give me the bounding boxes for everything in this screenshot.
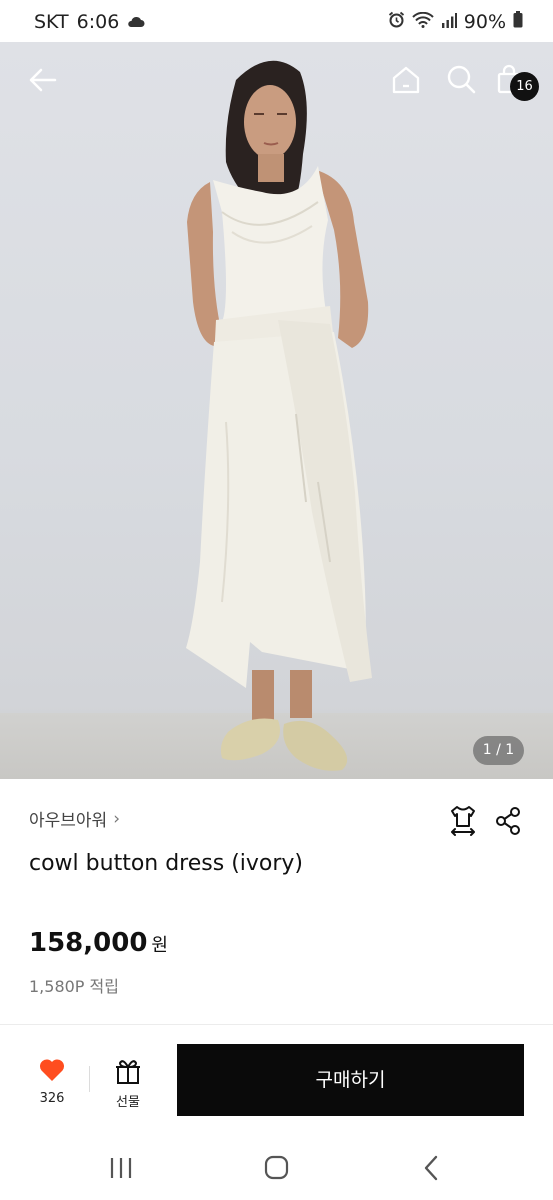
image-pager: 1 / 1 — [473, 736, 524, 765]
gift-label: 선물 — [116, 1095, 140, 1110]
home-icon — [388, 66, 424, 102]
share-button[interactable] — [493, 804, 523, 836]
product-image[interactable]: 16 1 / 1 — [0, 42, 553, 779]
cloud-icon — [127, 11, 145, 33]
battery-percent: 90% — [463, 11, 506, 33]
carrier-label: SKT — [34, 11, 69, 33]
recent-apps-icon — [104, 1158, 140, 1188]
divider — [0, 1024, 553, 1025]
search-button[interactable] — [443, 62, 479, 98]
brand-link[interactable]: 아우브아워 › — [29, 806, 121, 832]
wifi-icon — [412, 11, 434, 33]
gift-icon — [114, 1060, 142, 1089]
home-button-icon — [258, 1155, 294, 1188]
signal-icon — [441, 11, 457, 33]
home-button[interactable] — [388, 62, 424, 98]
model-photo — [186, 60, 372, 771]
like-count: 326 — [39, 1091, 65, 1106]
search-icon — [443, 65, 479, 102]
price: 158,000 원 — [29, 928, 168, 958]
buy-button[interactable]: 구매하기 — [177, 1044, 524, 1116]
alarm-icon — [388, 11, 405, 33]
size-guide-icon — [448, 806, 478, 840]
back-nav-button[interactable] — [414, 1152, 450, 1184]
heart-icon — [38, 1059, 66, 1087]
gift-button[interactable]: 선물 — [106, 1057, 150, 1111]
cart-count-badge: 16 — [510, 72, 539, 101]
brand-name: 아우브아워 — [29, 811, 108, 831]
battery-icon — [513, 11, 523, 33]
action-separator — [89, 1066, 90, 1092]
android-navigation-bar — [0, 1140, 553, 1200]
share-icon — [493, 807, 523, 840]
reward-points: 1,580P 적립 — [29, 977, 119, 996]
clock: 6:06 — [76, 11, 120, 33]
price-unit: 원 — [151, 935, 168, 956]
size-guide-button[interactable] — [448, 804, 478, 836]
status-bar: SKT 6:06 90% — [0, 0, 553, 42]
android-back-icon — [414, 1155, 450, 1188]
recent-apps-button[interactable] — [104, 1152, 140, 1184]
home-nav-button[interactable] — [258, 1152, 294, 1184]
like-button[interactable]: 326 — [30, 1057, 74, 1111]
chevron-right-icon: › — [113, 808, 121, 829]
back-button[interactable] — [25, 62, 61, 98]
back-arrow-icon — [25, 68, 61, 102]
product-title: cowl button dress (ivory) — [29, 851, 304, 876]
price-amount: 158,000 — [29, 928, 148, 958]
